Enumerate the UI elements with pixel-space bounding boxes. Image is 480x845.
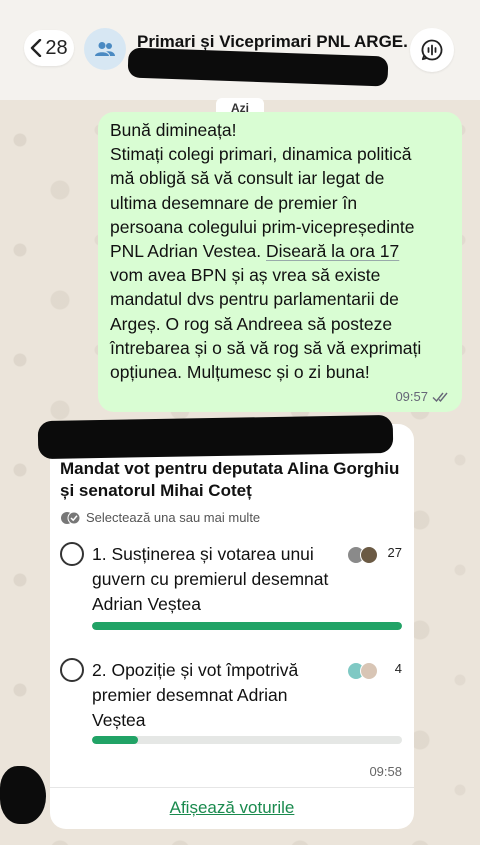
message-line: opțiunea. Mulțumesc și o zi buna! <box>110 362 370 383</box>
poll-time: 09:58 <box>369 764 402 779</box>
outgoing-message-bubble[interactable]: Bună dimineața! Stimați colegi primari, … <box>98 112 462 412</box>
poll-option-2[interactable]: 2. Opoziție și vot împotrivă premier des… <box>60 658 404 748</box>
group-icon <box>95 42 115 56</box>
vote-count: 27 <box>387 545 402 560</box>
avatar <box>360 662 378 680</box>
voter-avatars[interactable] <box>347 662 378 680</box>
unread-count: 28 <box>45 36 68 59</box>
message-line: Argeș. O rog să Andreea să posteze <box>110 313 393 334</box>
vote-bar-fill <box>92 622 402 630</box>
divider <box>50 787 414 788</box>
poll-hint-text: Selectează una sau mai multe <box>86 510 261 525</box>
audio-wave-icon <box>421 39 443 61</box>
voter-avatars[interactable] <box>347 546 378 564</box>
vote-bar <box>92 736 402 744</box>
message-line: vom avea BPN și aș vrea să existe <box>110 265 381 286</box>
option-label: 2. Opoziție și vot împotrivă premier des… <box>92 660 299 730</box>
message-line: mă obligă să vă consult iar legat de <box>110 168 385 189</box>
sender-avatar-redaction <box>0 766 46 824</box>
message-line: Bună dimineața! <box>110 120 237 140</box>
chevron-left-icon <box>31 39 42 57</box>
members-line-redaction <box>127 47 389 87</box>
message-line: persoana colegului prim-vicepreședinte <box>110 216 415 237</box>
option-radio[interactable] <box>60 658 84 682</box>
message-line: ultima desemnare de premier în <box>110 192 358 213</box>
message-text: Bună dimineața! Stimați colegi primari, … <box>110 118 450 384</box>
back-button[interactable]: 28 <box>24 30 74 66</box>
double-check-circle-icon <box>61 511 81 524</box>
avatar <box>360 546 378 564</box>
message-line: Stimați colegi primari, dinamica politic… <box>110 144 412 165</box>
message-line: mandatul dvs pentru parlamentarii de <box>110 289 399 310</box>
vote-count: 4 <box>394 661 402 676</box>
view-votes-link[interactable]: Afișează voturile <box>50 798 414 818</box>
message-line: întrebarea și o să vă rog să vă exprimaț… <box>110 337 422 358</box>
group-avatar[interactable] <box>84 28 126 70</box>
time-link[interactable]: Diseară la ora 17 <box>266 241 399 261</box>
poll-option-1[interactable]: 1. Susținerea și votarea unui guvern cu … <box>60 542 404 642</box>
message-time: 09:57 <box>395 389 428 404</box>
vote-bar <box>92 622 402 630</box>
message-segment: PNL Adrian Vestea. <box>110 241 262 262</box>
vote-bar-fill <box>92 736 138 744</box>
sender-name-redaction <box>37 414 394 460</box>
voice-call-button[interactable] <box>410 28 454 72</box>
option-label: 1. Susținerea și votarea unui guvern cu … <box>92 544 329 614</box>
option-radio[interactable] <box>60 542 84 566</box>
message-meta: 09:57 <box>395 389 450 404</box>
poll-hint: Selectează una sau mai multe <box>60 510 260 525</box>
message-line: PNL Adrian Vestea. Diseară la ora 17 <box>110 239 450 263</box>
poll-question: Mandat vot pentru deputata Alina Gorghiu… <box>60 459 400 500</box>
chat-header: 28 Primari și Viceprimari PNL ARGE... <box>0 0 480 100</box>
poll-message[interactable]: Mandat vot pentru deputata Alina Gorghiu… <box>50 424 414 829</box>
double-check-icon <box>432 392 448 402</box>
